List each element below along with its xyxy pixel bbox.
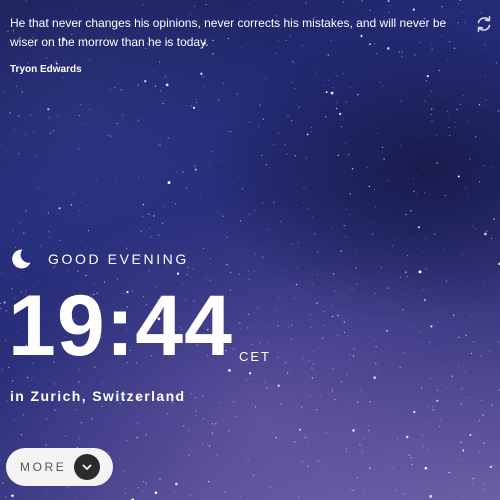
- greeting: GOOD EVENING: [10, 248, 189, 270]
- clock: 19:44 CET: [8, 278, 271, 374]
- timezone-abbreviation: CET: [238, 349, 271, 364]
- refresh-quote-button[interactable]: [474, 14, 494, 34]
- moon-icon: [12, 249, 31, 269]
- more-button-label: MORE: [20, 460, 67, 474]
- greeting-text: GOOD EVENING: [48, 251, 189, 267]
- quote-text: He that never changes his opinions, neve…: [10, 16, 447, 49]
- current-time: 19:44: [8, 278, 233, 374]
- location-text: in Zurich, Switzerland: [10, 388, 186, 404]
- quote-block: He that never changes his opinions, neve…: [10, 14, 470, 75]
- chevron-down-icon: [74, 454, 100, 480]
- refresh-icon: [477, 15, 491, 33]
- more-button[interactable]: MORE: [6, 448, 113, 486]
- quote-author: Tryon Edwards: [10, 64, 82, 75]
